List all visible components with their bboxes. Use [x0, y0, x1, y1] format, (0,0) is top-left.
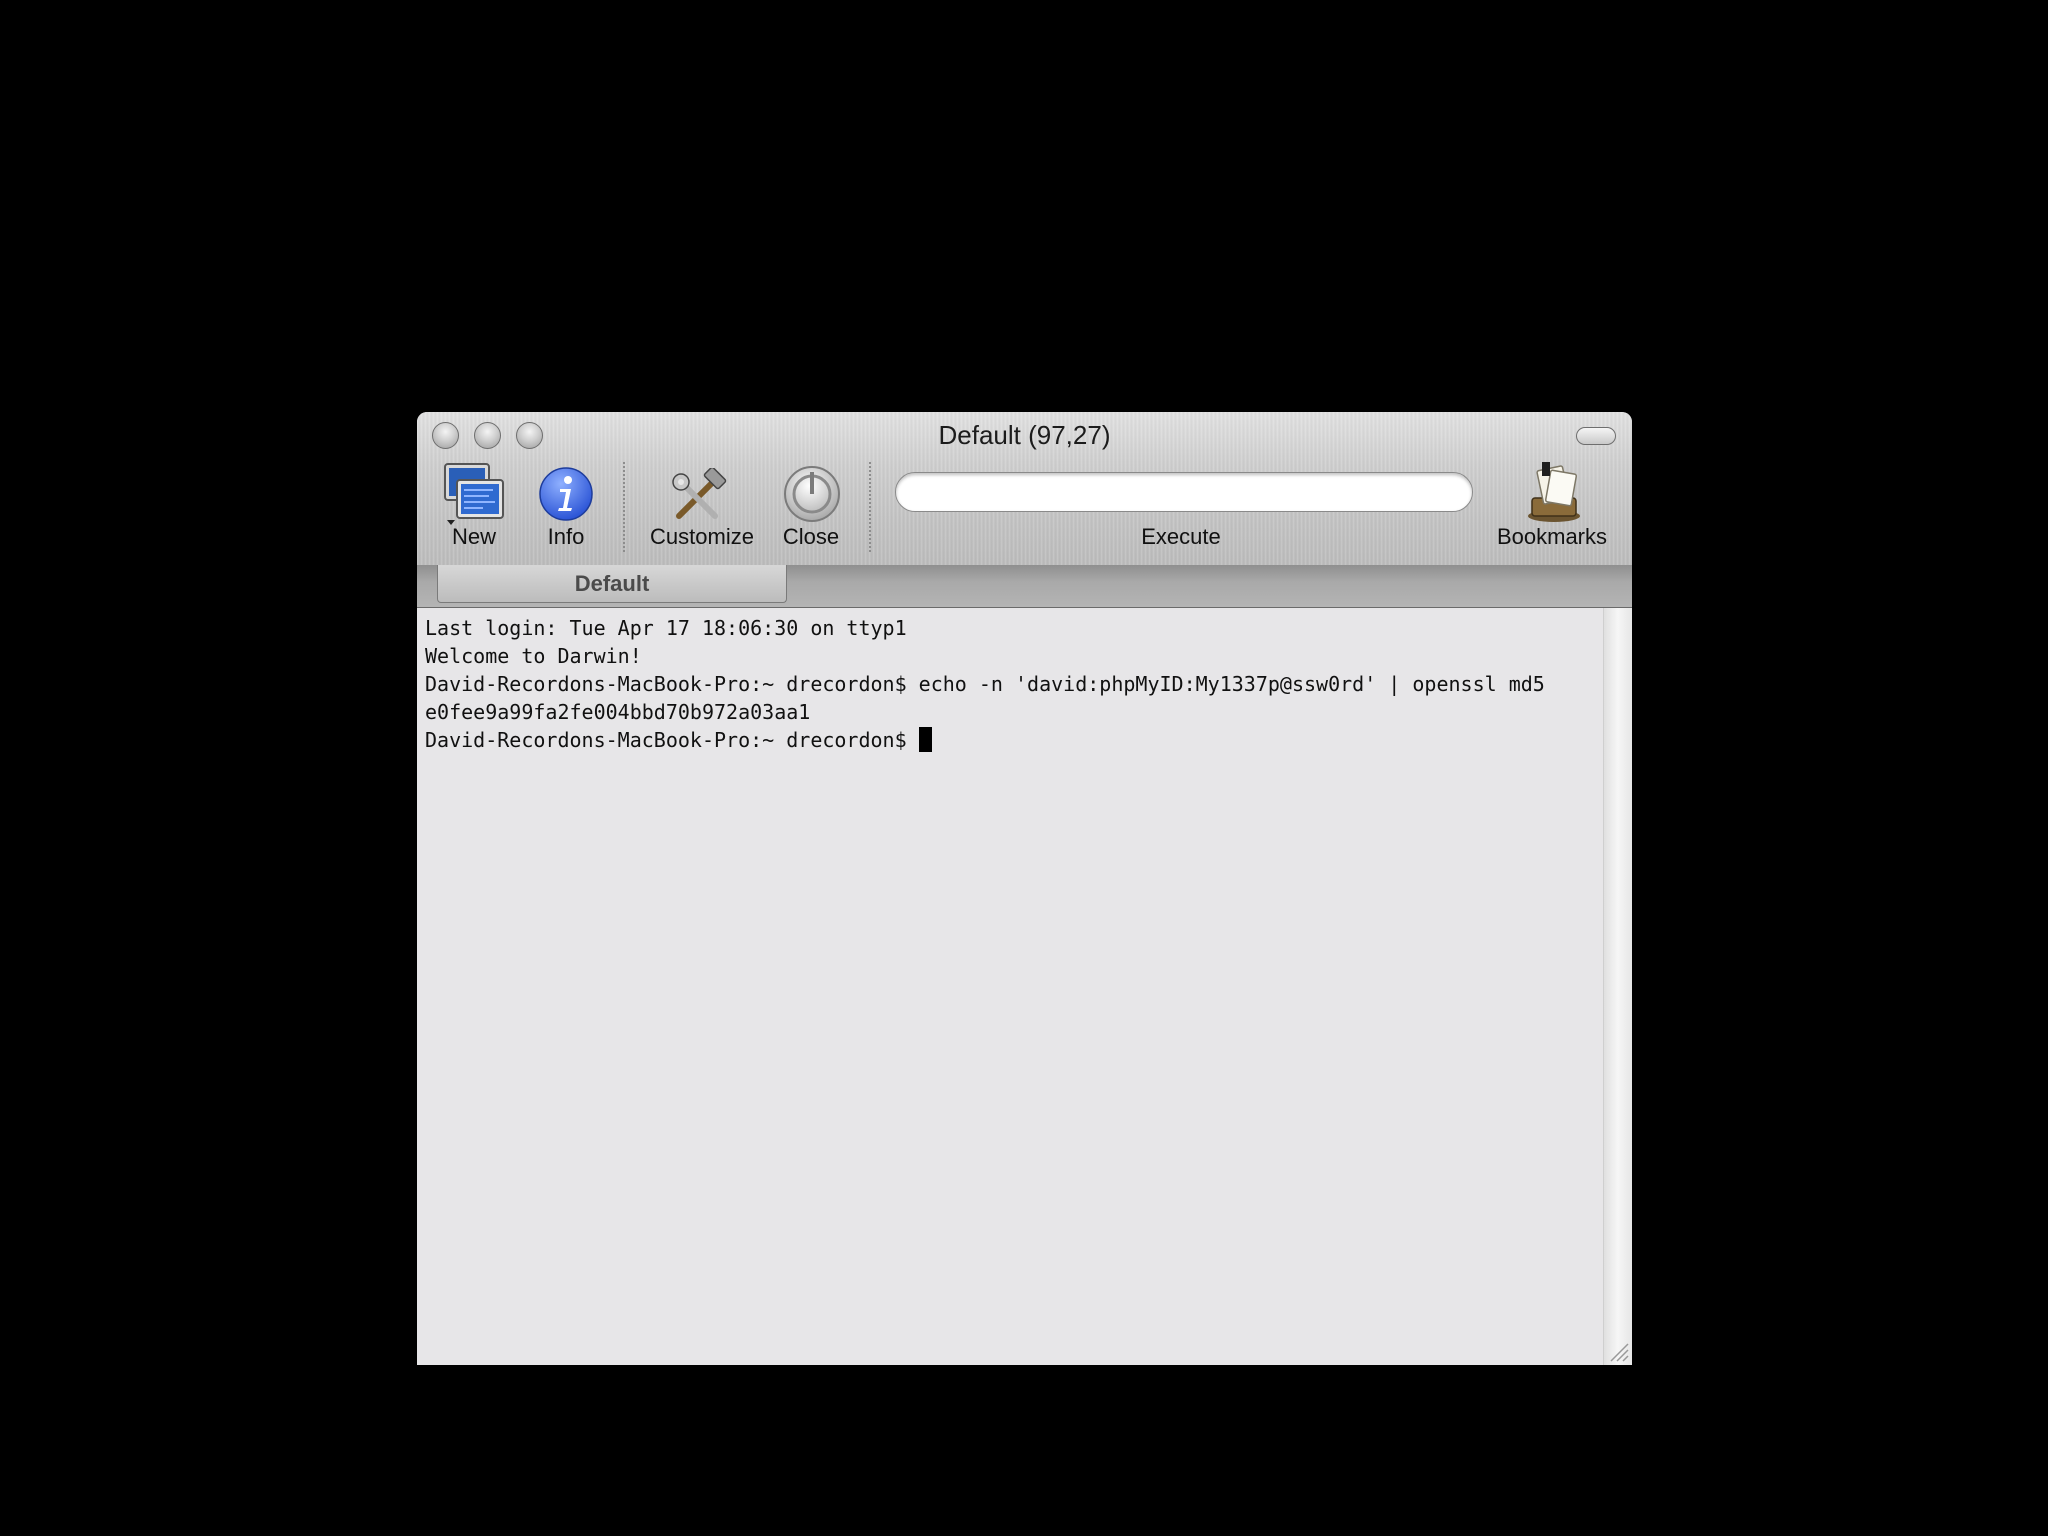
- bookmarks-icon: [1528, 462, 1580, 522]
- terminal-line: David-Recordons-MacBook-Pro:~ drecordon$…: [425, 672, 1545, 696]
- info-label: Info: [547, 524, 585, 549]
- terminal-line: Welcome to Darwin!: [425, 644, 642, 668]
- new-terminal-icon: [444, 463, 504, 525]
- terminal-prompt-line: David-Recordons-MacBook-Pro:~ drecordon$: [425, 726, 1595, 754]
- vertical-scrollbar[interactable]: [1603, 608, 1632, 1365]
- terminal-line: Last login: Tue Apr 17 18:06:30 on ttyp1: [425, 616, 907, 640]
- tab-label: Default: [574, 571, 650, 596]
- window-titlebar: Default (97,27) New Info Customize Close…: [417, 412, 1632, 566]
- customize-label: Customize: [650, 524, 754, 549]
- close-label: Close: [782, 524, 840, 549]
- execute-input[interactable]: [895, 472, 1473, 512]
- tab-bar: Default: [417, 565, 1632, 608]
- info-icon: [539, 467, 593, 521]
- resize-grip-icon[interactable]: [1607, 1340, 1629, 1362]
- close-icon: [784, 466, 840, 522]
- text-cursor: [918, 727, 932, 752]
- window-title: Default (97,27): [938, 420, 1111, 450]
- execute-label: Execute: [1141, 524, 1221, 549]
- tab-default[interactable]: Default: [437, 565, 787, 603]
- terminal-line: e0fee9a99fa2fe004bbd70b972a03aa1: [425, 700, 811, 724]
- tools-icon: [672, 468, 727, 519]
- toolbar-separator: [869, 462, 871, 552]
- toolbar-toggle-button[interactable]: [1576, 427, 1616, 445]
- new-label: New: [451, 524, 497, 549]
- terminal-prompt: David-Recordons-MacBook-Pro:~ drecordon$: [425, 728, 919, 752]
- bookmarks-label: Bookmarks: [1496, 524, 1608, 549]
- terminal-window: Default (97,27) New Info Customize Close…: [417, 412, 1632, 1365]
- terminal-output[interactable]: Last login: Tue Apr 17 18:06:30 on ttyp1…: [417, 608, 1603, 1365]
- toolbar-separator: [623, 462, 625, 552]
